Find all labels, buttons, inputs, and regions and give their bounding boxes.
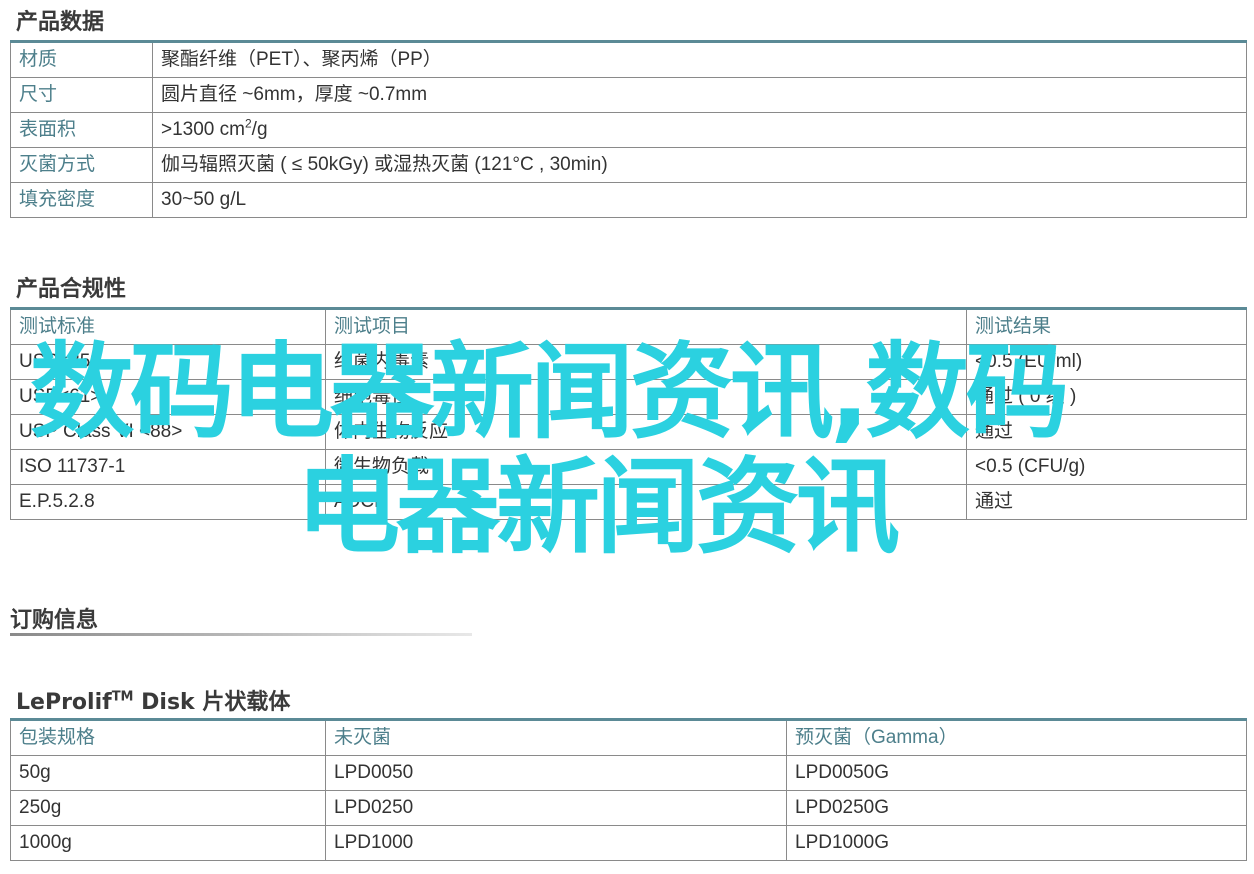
cell: LPD0050	[325, 755, 787, 791]
sterilization-value: 伽马辐照灭菌 ( ≤ 50kGy) 或湿热灭菌 (121°C , 30min)	[152, 147, 1247, 183]
table-row: 填充密度 30~50 g/L	[10, 182, 1247, 218]
product-data-table: 材质 聚酯纤维（PET）、聚丙烯（PP） 尺寸 圆片直径 ~6mm，厚度 ~0.…	[10, 40, 1247, 218]
table-header-row: 包装规格 未灭菌 预灭菌（Gamma）	[10, 719, 1247, 756]
surface-area-sup: 2	[244, 116, 252, 131]
cell: LPD0250G	[786, 790, 1247, 826]
cell: LPD0050G	[786, 755, 1247, 791]
header-pre-sterilized: 预灭菌（Gamma）	[786, 719, 1247, 756]
cell: 50g	[10, 755, 326, 791]
size-value: 圆片直径 ~6mm，厚度 ~0.7mm	[152, 77, 1247, 113]
product-data-title: 产品数据	[16, 10, 105, 35]
header-package-size: 包装规格	[10, 719, 326, 756]
cell: ISO 11737-1	[10, 449, 326, 485]
table-row: 50g LPD0050 LPD0050G	[10, 755, 1247, 791]
disk-table-title: LeProlifTM Disk 片状载体	[16, 684, 290, 716]
fill-density-label: 填充密度	[10, 182, 153, 218]
table-row: 材质 聚酯纤维（PET）、聚丙烯（PP）	[10, 41, 1247, 78]
cell: 1000g	[10, 825, 326, 861]
cell: LPD1000G	[786, 825, 1247, 861]
product-name: Disk 片状载体	[133, 690, 291, 715]
table-row: 尺寸 圆片直径 ~6mm，厚度 ~0.7mm	[10, 77, 1247, 113]
watermark-line-1: 数码电器新闻资讯,数码	[30, 331, 1070, 453]
table-row: 250g LPD0250 LPD0250G	[10, 790, 1247, 826]
table-row: 表面积 >1300 cm2/g	[10, 112, 1247, 148]
compliance-title: 产品合规性	[16, 277, 127, 302]
header-non-sterile: 未灭菌	[325, 719, 787, 756]
brand-name: LeProlif	[16, 690, 112, 715]
surface-area-suffix: /g	[251, 119, 268, 140]
disk-ordering-table: 包装规格 未灭菌 预灭菌（Gamma） 50g LPD0050 LPD0050G…	[10, 718, 1247, 861]
sterilization-label: 灭菌方式	[10, 147, 153, 183]
cell: E.P.5.2.8	[10, 484, 326, 520]
ordering-title: 订购信息	[10, 608, 99, 633]
watermark-line-2: 电器新闻资讯	[296, 446, 900, 568]
cell: 250g	[10, 790, 326, 826]
material-value: 聚酯纤维（PET）、聚丙烯（PP）	[152, 41, 1247, 78]
table-row: 1000g LPD1000 LPD1000G	[10, 825, 1247, 861]
material-label: 材质	[10, 41, 153, 78]
surface-area-value: >1300 cm2/g	[152, 112, 1247, 148]
cell: LPD1000	[325, 825, 787, 861]
trademark: TM	[111, 689, 134, 705]
surface-area-label: 表面积	[10, 112, 153, 148]
section-divider	[10, 633, 472, 636]
fill-density-value: 30~50 g/L	[152, 182, 1247, 218]
size-label: 尺寸	[10, 77, 153, 113]
cell: <0.5 (CFU/g)	[966, 449, 1247, 485]
surface-area-prefix: >1300 cm	[161, 119, 245, 140]
cell: 通过	[966, 484, 1247, 520]
cell: LPD0250	[325, 790, 787, 826]
table-row: 灭菌方式 伽马辐照灭菌 ( ≤ 50kGy) 或湿热灭菌 (121°C , 30…	[10, 147, 1247, 183]
